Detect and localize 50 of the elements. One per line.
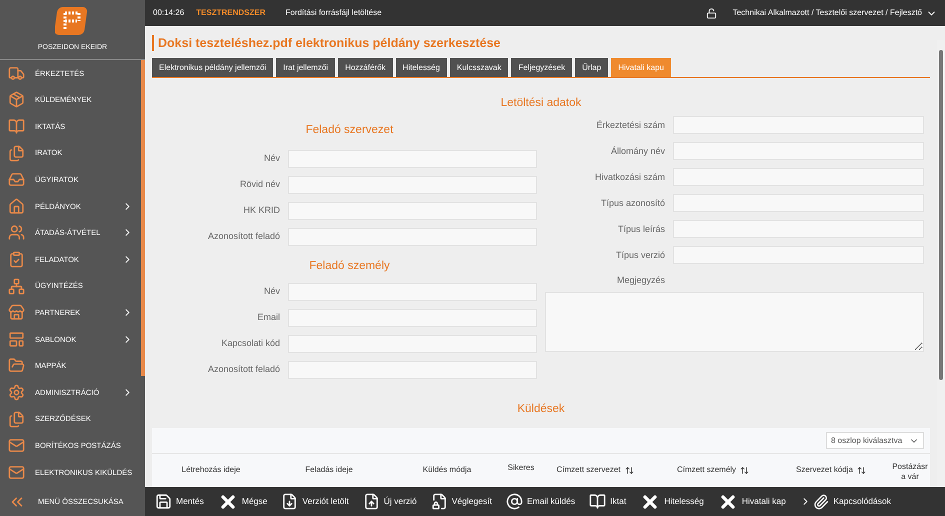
user-menu[interactable]: Technikai Alkalmazott / Tesztelői szervezet / Fejlesztő xyxy=(732,7,937,19)
attachments-button[interactable]: Kapcsolódások xyxy=(813,494,945,510)
field-label: Név xyxy=(262,285,281,298)
toolbar-button[interactable]: Hivatali kap xyxy=(718,492,786,512)
field-label: Email xyxy=(256,311,281,324)
column-header[interactable]: Címzett szervezet xyxy=(536,464,654,476)
field-label: Megjegyzés xyxy=(616,274,666,287)
toolbar-button[interactable]: Iktat xyxy=(589,493,626,510)
tab[interactable]: Hitelesség xyxy=(396,58,447,77)
toolbar-button[interactable]: Mégse xyxy=(218,492,268,512)
field-label: Kapcsolati kód xyxy=(220,337,281,350)
column-header[interactable]: Sikeres xyxy=(506,462,536,473)
field-label: Típus azonosító xyxy=(600,196,666,210)
field-label: Név xyxy=(262,152,281,165)
toolbar-button[interactable]: Mentés xyxy=(155,493,204,510)
page-title: Doksi teszteléshez.pdf elektronikus példány szerkesztése xyxy=(152,35,930,51)
section-title: Feladó szervezet xyxy=(304,123,394,138)
column-header[interactable]: Címzett személy xyxy=(654,464,772,476)
column-header[interactable]: Feladás ideje xyxy=(270,464,388,476)
tab[interactable]: Elektronikus példány jellemzői xyxy=(152,58,274,77)
tab[interactable]: Kulcsszavak xyxy=(450,58,508,77)
tab[interactable]: Hozzáférők xyxy=(338,58,393,77)
field-label: Hivatkozási szám xyxy=(594,170,666,184)
column-header[interactable]: Postázásra vár xyxy=(890,462,930,482)
field-label: Rövid név xyxy=(238,178,281,191)
toolbar-button[interactable]: Email küldés xyxy=(506,493,576,510)
status-message: Fordítási forrásfájl letöltése xyxy=(285,7,383,19)
section-title: Feladó személy xyxy=(308,258,391,274)
session-time: 00:14:26 xyxy=(153,7,184,19)
column-header[interactable]: Küldés módja xyxy=(388,464,506,476)
section-title: Küldések xyxy=(516,402,566,417)
environment-label: TESZTRENDSZER xyxy=(196,7,266,19)
field-label: Érkeztetési szám xyxy=(595,118,666,132)
field-label: Azonosított feladó xyxy=(206,230,281,243)
toolbar-button[interactable]: Hitelesség xyxy=(640,492,704,512)
field-label: Típus leírás xyxy=(616,222,666,236)
column-header[interactable]: Szervezet kódja xyxy=(772,464,890,476)
tab[interactable]: Irat jellemzői xyxy=(276,58,336,77)
toolbar-button[interactable]: Véglegesít xyxy=(430,493,492,510)
field-label: Azonosított feladó xyxy=(206,363,281,376)
toolbar-button[interactable]: Verziót letölt xyxy=(281,493,349,510)
toolbar-button[interactable]: Új verzió xyxy=(362,493,417,510)
column-header[interactable]: Létrehozás ideje xyxy=(152,464,270,476)
field-label: HK KRID xyxy=(242,204,281,217)
column-select[interactable]: 8 oszlop kiválasztva xyxy=(826,432,924,449)
section-title: Letöltési adatok xyxy=(500,96,582,111)
field-label: Típus verzió xyxy=(614,248,666,262)
field-label: Állomány név xyxy=(610,144,666,158)
tab[interactable]: Űrlap xyxy=(575,58,608,77)
tab[interactable]: Feljegyzések xyxy=(511,58,572,77)
